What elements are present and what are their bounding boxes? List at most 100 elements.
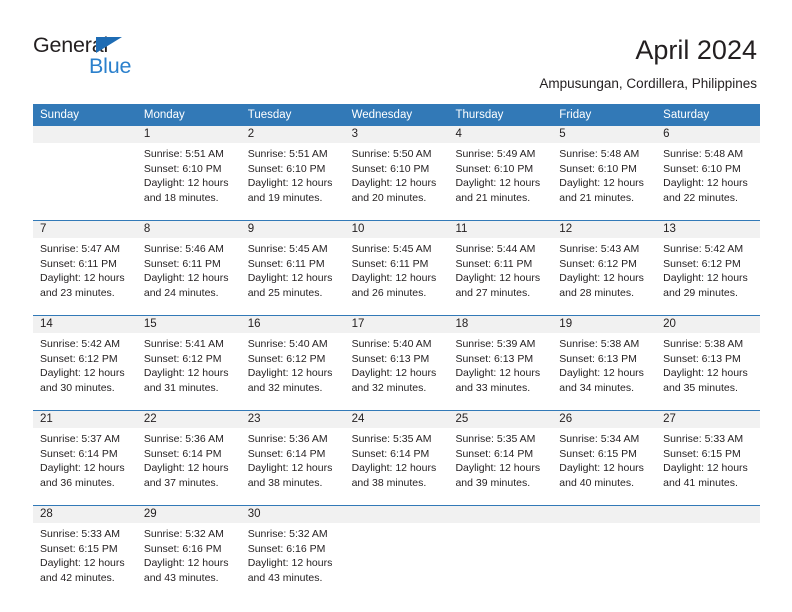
day-number-15[interactable]: 15 [137, 316, 241, 333]
day-number-10[interactable]: 10 [345, 221, 449, 238]
day-detail-line: Daylight: 12 hours [559, 462, 644, 475]
day-number-30[interactable]: 30 [241, 506, 345, 523]
day-number-20[interactable]: 20 [656, 316, 760, 333]
day-number-11[interactable]: 11 [448, 221, 552, 238]
logo-text-blue: Blue [89, 54, 132, 78]
day-number-7[interactable]: 7 [33, 221, 137, 238]
day-cell-7[interactable]: Sunrise: 5:47 AM Sunset: 6:11 PM Daylight:… [33, 238, 137, 305]
day-detail-line: Sunrise: 5:38 AM [559, 338, 640, 350]
day-number-6[interactable]: 6 [656, 126, 760, 143]
general-blue-logo: General Blue [33, 33, 163, 79]
weekday-header-saturday: Saturday [663, 109, 710, 121]
day-cell-19[interactable]: Sunrise: 5:38 AM Sunset: 6:13 PM Daylight:… [552, 333, 656, 400]
day-cell-17[interactable]: Sunrise: 5:40 AM Sunset: 6:13 PM Daylight:… [345, 333, 449, 400]
day-detail-line: Sunset: 6:15 PM [40, 542, 118, 555]
day-cell-11[interactable]: Sunrise: 5:44 AM Sunset: 6:11 PM Daylight:… [448, 238, 552, 305]
day-cell-23[interactable]: Sunrise: 5:36 AM Sunset: 6:14 PM Daylight:… [241, 428, 345, 495]
day-number-26[interactable]: 26 [552, 411, 656, 428]
week-spacer [33, 400, 760, 410]
day-cell-3[interactable]: Sunrise: 5:50 AM Sunset: 6:10 PM Daylight:… [345, 143, 449, 210]
day-detail-line: Sunrise: 5:42 AM [663, 243, 744, 255]
day-detail-line: Sunrise: 5:45 AM [351, 243, 432, 255]
day-number-28[interactable]: 28 [33, 506, 137, 523]
day-detail-line: and 43 minutes. [143, 571, 219, 584]
day-detail-line: Sunrise: 5:36 AM [143, 433, 224, 445]
day-number-empty [33, 126, 137, 143]
day-number-row: 7 8 9 10 11 12 13 [33, 221, 760, 238]
day-detail-line: and 22 minutes. [663, 191, 738, 204]
day-number-23[interactable]: 23 [241, 411, 345, 428]
day-number-17[interactable]: 17 [345, 316, 449, 333]
day-cell-24[interactable]: Sunrise: 5:35 AM Sunset: 6:14 PM Daylight:… [345, 428, 449, 495]
day-number-4[interactable]: 4 [448, 126, 552, 143]
day-cell-5[interactable]: Sunrise: 5:48 AM Sunset: 6:10 PM Daylight:… [552, 143, 656, 210]
day-detail-line: Daylight: 12 hours [143, 177, 229, 190]
day-number-13[interactable]: 13 [656, 221, 760, 238]
day-number-29[interactable]: 29 [137, 506, 241, 523]
day-detail-line: Sunset: 6:12 PM [143, 352, 222, 365]
day-cell-18[interactable]: Sunrise: 5:39 AM Sunset: 6:13 PM Daylight:… [448, 333, 552, 400]
day-number-9[interactable]: 9 [241, 221, 345, 238]
day-cell-12[interactable]: Sunrise: 5:43 AM Sunset: 6:12 PM Daylight:… [552, 238, 656, 305]
weekday-header-tuesday: Tuesday [247, 109, 292, 121]
day-cell-10[interactable]: Sunrise: 5:45 AM Sunset: 6:11 PM Daylight:… [345, 238, 449, 305]
day-cell-28[interactable]: Sunrise: 5:33 AM Sunset: 6:15 PM Daylight:… [33, 523, 137, 590]
day-number-24[interactable]: 24 [345, 411, 449, 428]
day-number-empty [552, 506, 656, 523]
day-number-5[interactable]: 5 [552, 126, 656, 143]
day-cell-9[interactable]: Sunrise: 5:45 AM Sunset: 6:11 PM Daylight:… [241, 238, 345, 305]
day-content-row: Sunrise: 5:47 AM Sunset: 6:11 PM Daylight:… [33, 238, 760, 305]
day-detail-line: Daylight: 12 hours [663, 272, 748, 285]
day-cell-1[interactable]: Sunrise: 5:51 AM Sunset: 6:10 PM Daylight:… [137, 143, 241, 210]
day-cell-15[interactable]: Sunrise: 5:41 AM Sunset: 6:12 PM Daylight:… [137, 333, 241, 400]
day-number-3[interactable]: 3 [345, 126, 449, 143]
day-cell-13[interactable]: Sunrise: 5:42 AM Sunset: 6:12 PM Daylight:… [656, 238, 760, 305]
day-cell-25[interactable]: Sunrise: 5:35 AM Sunset: 6:14 PM Daylight:… [448, 428, 552, 495]
day-detail-line: Sunset: 6:10 PM [247, 162, 326, 175]
calendar-grid: Sunday Monday Tuesday Wednesday Thursday Frid… [33, 104, 760, 600]
day-number-19[interactable]: 19 [552, 316, 656, 333]
day-cell-29[interactable]: Sunrise: 5:32 AM Sunset: 6:16 PM Daylight:… [137, 523, 241, 590]
day-cell-8[interactable]: Sunrise: 5:46 AM Sunset: 6:11 PM Daylight:… [137, 238, 241, 305]
day-number-14[interactable]: 14 [33, 316, 137, 333]
day-number-16[interactable]: 16 [241, 316, 345, 333]
day-cell-4[interactable]: Sunrise: 5:49 AM Sunset: 6:10 PM Daylight:… [448, 143, 552, 210]
day-number-12[interactable]: 12 [552, 221, 656, 238]
day-detail-line: Daylight: 12 hours [40, 367, 125, 380]
calendar-week-row: 7 8 9 10 11 12 13 Sunrise: 5:47 AM Sunset: 6:11 … [33, 220, 760, 315]
day-number-8[interactable]: 8 [137, 221, 241, 238]
day-detail-line: Sunrise: 5:36 AM [247, 433, 328, 445]
day-detail-line: Daylight: 12 hours [247, 462, 333, 475]
weekday-header-sunday: Sunday [40, 109, 80, 121]
day-cell-22[interactable]: Sunrise: 5:36 AM Sunset: 6:14 PM Daylight:… [137, 428, 241, 495]
day-detail-line: and 34 minutes. [559, 381, 635, 394]
day-detail-line: Daylight: 12 hours [143, 367, 229, 380]
day-detail-line: Sunset: 6:16 PM [247, 542, 326, 555]
calendar-week-row: 1 2 3 4 5 6 Sunrise: 5:51 AM Sunset: 6:10 PM Day… [33, 126, 760, 220]
day-number-1[interactable]: 1 [137, 126, 241, 143]
day-detail-line: Daylight: 12 hours [247, 177, 333, 190]
day-cell-20[interactable]: Sunrise: 5:38 AM Sunset: 6:13 PM Daylight:… [656, 333, 760, 400]
week-spacer [33, 210, 760, 220]
day-cell-6[interactable]: Sunrise: 5:48 AM Sunset: 6:10 PM Daylight:… [656, 143, 760, 210]
day-detail-line: and 32 minutes. [351, 381, 427, 394]
day-cell-21[interactable]: Sunrise: 5:37 AM Sunset: 6:14 PM Daylight:… [33, 428, 137, 495]
day-cell-30[interactable]: Sunrise: 5:32 AM Sunset: 6:16 PM Daylight:… [241, 523, 345, 590]
day-number-2[interactable]: 2 [241, 126, 345, 143]
day-cell-14[interactable]: Sunrise: 5:42 AM Sunset: 6:12 PM Daylight:… [33, 333, 137, 400]
day-number-21[interactable]: 21 [33, 411, 137, 428]
day-cell-16[interactable]: Sunrise: 5:40 AM Sunset: 6:12 PM Daylight:… [241, 333, 345, 400]
day-number-18[interactable]: 18 [448, 316, 552, 333]
day-cell-2[interactable]: Sunrise: 5:51 AM Sunset: 6:10 PM Daylight:… [241, 143, 345, 210]
day-number-row: 21 22 23 24 25 26 27 [33, 411, 760, 428]
day-detail-line: Sunset: 6:12 PM [559, 257, 637, 270]
day-cell-27[interactable]: Sunrise: 5:33 AM Sunset: 6:15 PM Daylight:… [656, 428, 760, 495]
day-detail-line: Daylight: 12 hours [351, 177, 437, 190]
day-number-empty [345, 506, 449, 523]
day-number-27[interactable]: 27 [656, 411, 760, 428]
day-number-25[interactable]: 25 [448, 411, 552, 428]
day-number-22[interactable]: 22 [137, 411, 241, 428]
day-detail-line: Sunrise: 5:33 AM [40, 528, 120, 540]
day-cell-26[interactable]: Sunrise: 5:34 AM Sunset: 6:15 PM Daylight:… [552, 428, 656, 495]
day-detail-line: Sunset: 6:13 PM [455, 352, 534, 365]
